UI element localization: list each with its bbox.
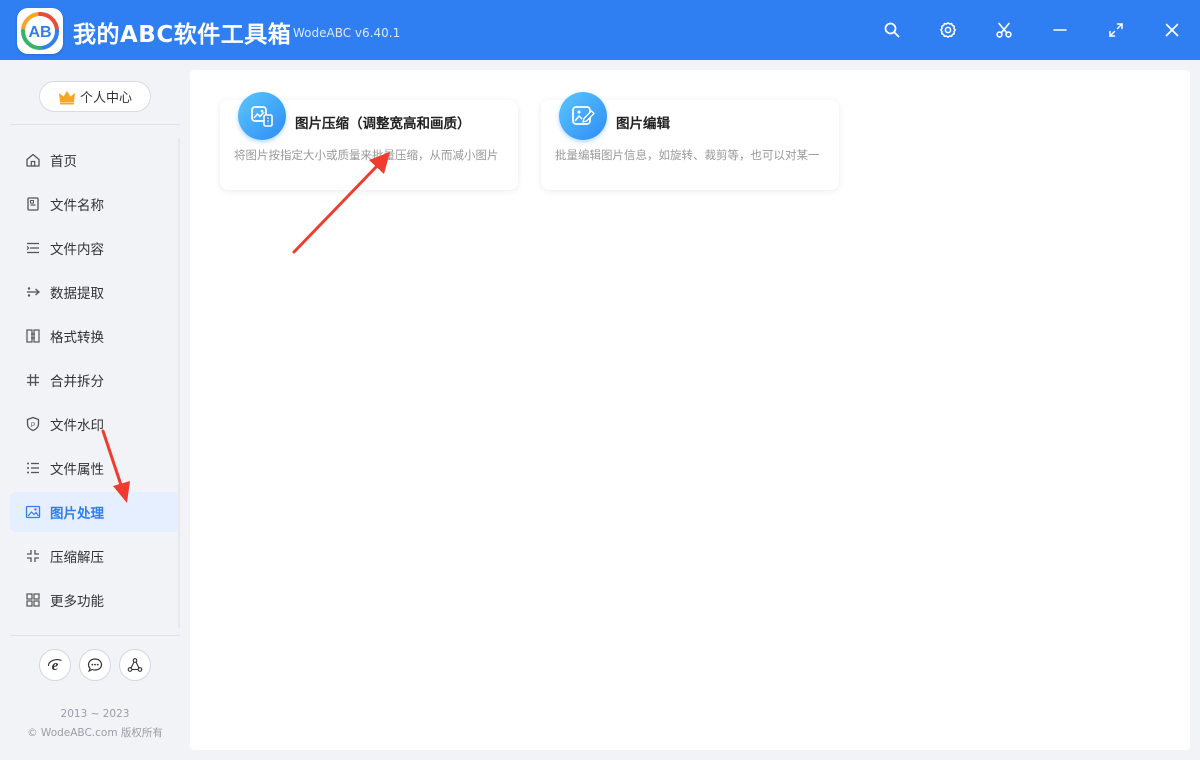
card-description: 批量编辑图片信息，如旋转、裁剪等，也可以对某一	[555, 147, 825, 163]
sidebar-item-label: 压缩解压	[50, 546, 104, 566]
sidebar-item-label: 文件水印	[50, 414, 104, 434]
settings-button[interactable]	[934, 16, 962, 44]
compress-icon	[25, 548, 41, 564]
crown-icon	[58, 89, 76, 105]
sidebar-item-label: 文件内容	[50, 238, 104, 258]
image-compress-icon	[249, 103, 275, 129]
sidebar-item-label: 文件属性	[50, 458, 104, 478]
main-panel: 图片压缩（调整宽高和画质） 将图片按指定大小或质量来批量压缩，从而减小图片 图片…	[190, 70, 1190, 750]
title-bar: AB 我的ABC软件工具箱 WodeABC v6.40.1	[0, 0, 1200, 60]
user-center-button[interactable]: 个人中心	[39, 81, 151, 112]
minimize-icon	[1051, 21, 1069, 39]
file-content-icon	[25, 240, 41, 256]
app-version: WodeABC v6.40.1	[293, 26, 400, 40]
sidebar-item-label: 合并拆分	[50, 370, 104, 390]
close-icon	[1163, 21, 1181, 39]
scissors-icon	[995, 21, 1013, 39]
browser-button[interactable]: e	[39, 649, 71, 681]
feedback-button[interactable]	[79, 649, 111, 681]
card-icon-wrap	[559, 92, 607, 140]
card-description: 将图片按指定大小或质量来批量压缩，从而减小图片	[234, 147, 504, 163]
home-icon	[25, 152, 41, 168]
sidebar-divider-top	[10, 124, 180, 125]
app-logo: AB	[17, 8, 63, 54]
gear-icon	[939, 21, 957, 39]
sidebar-scrollbar[interactable]	[178, 138, 180, 628]
sidebar-item-file-name[interactable]: 文件名称	[10, 184, 180, 224]
more-grid-icon	[25, 592, 41, 608]
sidebar: 个人中心 首页 文件名称 文件内容 数据提取 格式转换 合并拆分 P	[0, 60, 190, 760]
card-title: 图片压缩（调整宽高和画质）	[295, 112, 471, 132]
sidebar-item-data-extract[interactable]: 数据提取	[10, 272, 180, 312]
user-center-label: 个人中心	[80, 87, 132, 106]
sidebar-item-compress[interactable]: 压缩解压	[10, 536, 180, 576]
file-properties-icon	[25, 460, 41, 476]
sidebar-item-more[interactable]: 更多功能	[10, 580, 180, 620]
logo-text: AB	[28, 24, 51, 41]
merge-split-icon	[25, 372, 41, 388]
share-nodes-icon	[127, 657, 143, 673]
sidebar-item-watermark[interactable]: P 文件水印	[10, 404, 180, 444]
ie-browser-icon: e	[47, 657, 63, 673]
sidebar-nav: 首页 文件名称 文件内容 数据提取 格式转换 合并拆分 P 文件水印 文件属性	[10, 140, 180, 624]
maximize-icon	[1107, 21, 1125, 39]
format-convert-icon	[25, 328, 41, 344]
sidebar-item-file-content[interactable]: 文件内容	[10, 228, 180, 268]
data-extract-icon	[25, 284, 41, 300]
copyright-years: 2013 ~ 2023	[0, 708, 190, 720]
copyright-text: © WodeABC.com 版权所有	[0, 725, 190, 740]
watermark-icon: P	[25, 416, 41, 432]
share-button[interactable]	[119, 649, 151, 681]
screenshot-button[interactable]	[990, 16, 1018, 44]
image-compress-card[interactable]: 图片压缩（调整宽高和画质） 将图片按指定大小或质量来批量压缩，从而减小图片	[220, 100, 518, 190]
image-edit-card[interactable]: 图片编辑 批量编辑图片信息，如旋转、裁剪等，也可以对某一	[541, 100, 839, 190]
sidebar-item-label: 图片处理	[50, 502, 104, 522]
minimize-button[interactable]	[1046, 16, 1074, 44]
maximize-button[interactable]	[1102, 16, 1130, 44]
sidebar-item-label: 文件名称	[50, 194, 104, 214]
search-button[interactable]	[878, 16, 906, 44]
file-name-icon	[25, 196, 41, 212]
image-edit-icon	[570, 103, 596, 129]
sidebar-item-format-convert[interactable]: 格式转换	[10, 316, 180, 356]
sidebar-item-merge-split[interactable]: 合并拆分	[10, 360, 180, 400]
sidebar-item-home[interactable]: 首页	[10, 140, 180, 180]
sidebar-item-file-properties[interactable]: 文件属性	[10, 448, 180, 488]
sidebar-item-label: 数据提取	[50, 282, 104, 302]
search-icon	[883, 21, 901, 39]
svg-text:P: P	[31, 422, 35, 429]
sidebar-item-label: 首页	[50, 150, 77, 170]
close-button[interactable]	[1158, 16, 1186, 44]
app-title: 我的ABC软件工具箱	[73, 15, 291, 49]
app-logo-icon: AB	[17, 8, 63, 54]
chat-icon	[87, 657, 103, 673]
sidebar-item-label: 更多功能	[50, 590, 104, 610]
sidebar-item-label: 格式转换	[50, 326, 104, 346]
card-title: 图片编辑	[616, 112, 670, 132]
sidebar-item-image-processing[interactable]: 图片处理	[10, 492, 180, 532]
sidebar-divider-bottom	[10, 635, 180, 636]
sidebar-bottom-icons: e	[39, 649, 151, 681]
image-icon	[25, 504, 41, 520]
card-icon-wrap	[238, 92, 286, 140]
